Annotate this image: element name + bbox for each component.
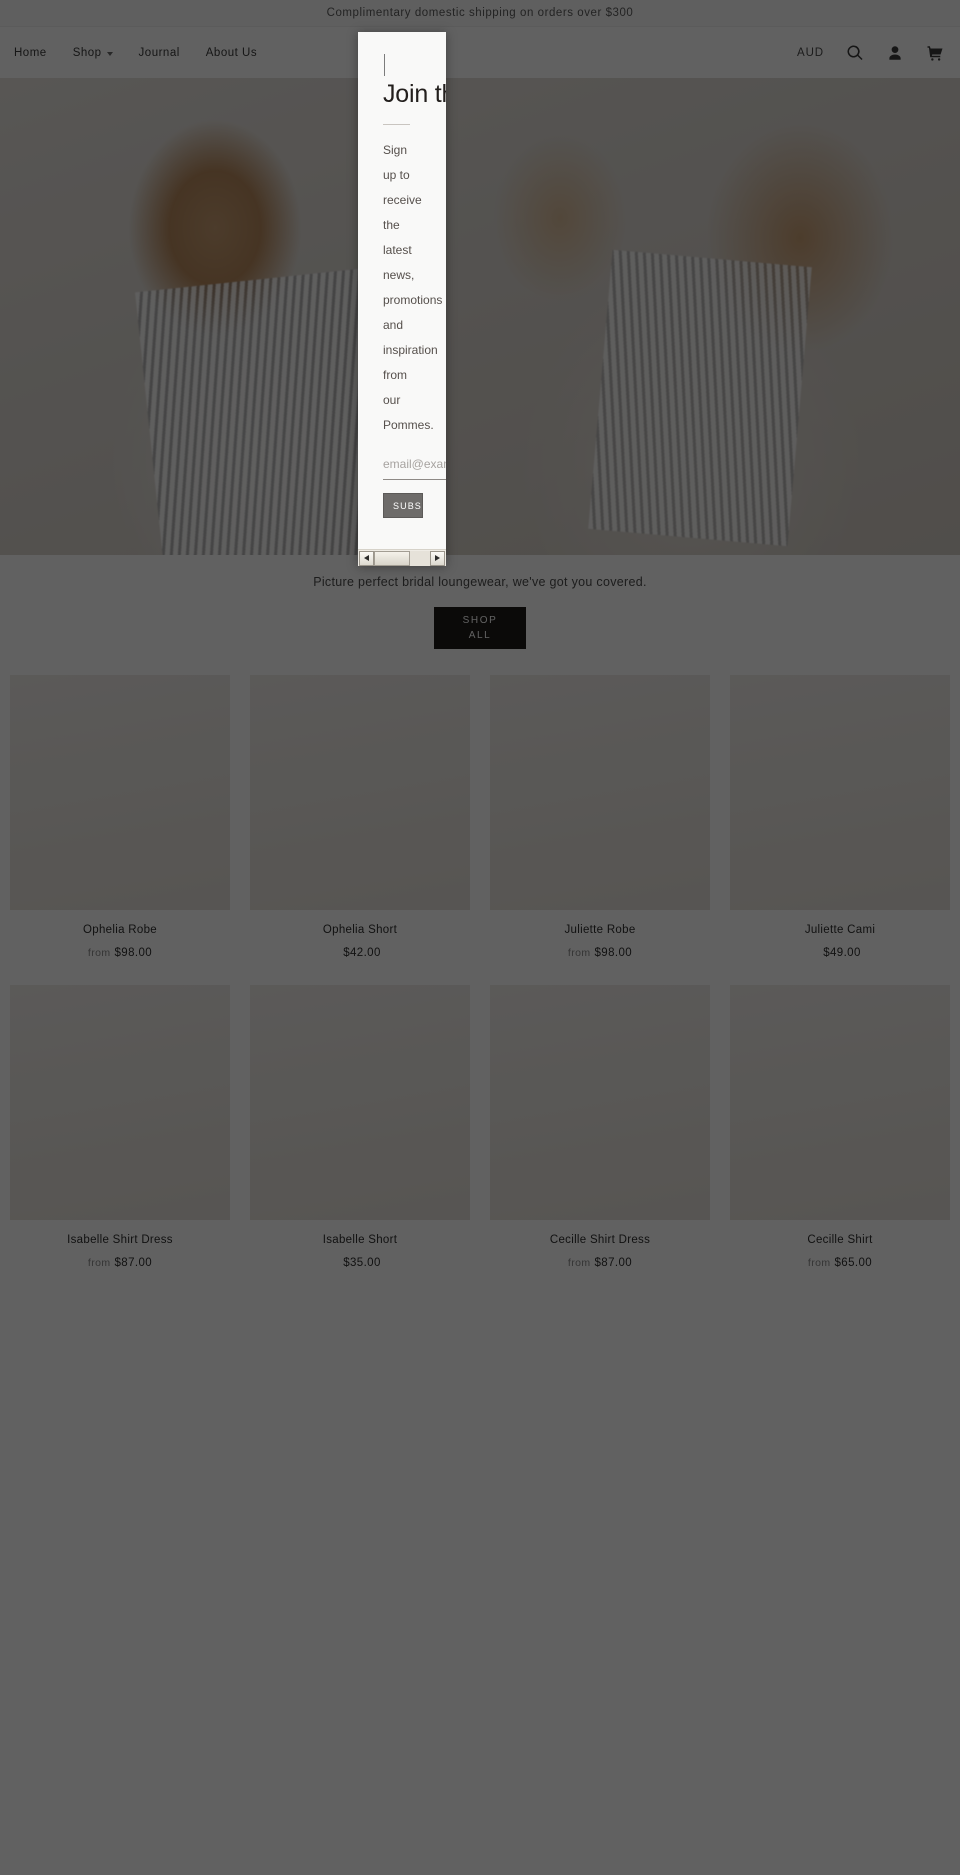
modal-backdrop[interactable] xyxy=(0,0,960,1875)
arrow-left-icon xyxy=(364,555,369,561)
modal-title: Join the Pomme Poste xyxy=(383,80,446,108)
subscribe-button[interactable]: SUBSCRIBE xyxy=(383,493,423,518)
email-input[interactable] xyxy=(383,455,446,480)
modal-horizontal-scrollbar[interactable] xyxy=(358,549,446,566)
scroll-right-button[interactable] xyxy=(430,550,445,566)
scroll-left-button[interactable] xyxy=(359,550,374,566)
modal-divider xyxy=(383,124,410,125)
modal-description: Sign up to receive the latest news, prom… xyxy=(383,143,443,432)
text-cursor-icon xyxy=(384,54,385,76)
newsletter-form: SUBSCRIBE xyxy=(383,455,446,518)
modal-content: Join the Pomme Poste Sign up to receive … xyxy=(358,54,446,518)
modal-body: Join the Pomme Poste Sign up to receive … xyxy=(358,32,446,549)
scrollbar-track[interactable] xyxy=(374,550,430,566)
scrollbar-thumb[interactable] xyxy=(374,550,410,566)
arrow-right-icon xyxy=(435,555,440,561)
newsletter-signup-modal: Join the Pomme Poste Sign up to receive … xyxy=(358,32,446,566)
